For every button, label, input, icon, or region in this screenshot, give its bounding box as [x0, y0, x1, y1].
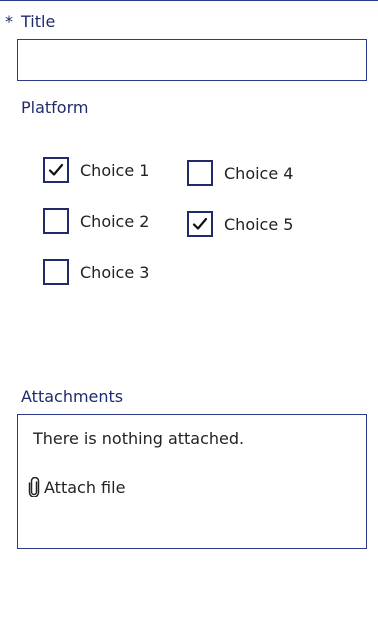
choice-4[interactable]: Choice 4: [187, 159, 293, 187]
platform-label: Platform: [21, 98, 89, 117]
required-marker: *: [5, 12, 13, 31]
checkmark-icon: [48, 163, 64, 176]
checkbox-choice-2[interactable]: [43, 208, 69, 234]
checkmark-icon: [192, 217, 208, 230]
form-page: * Title Platform Choice 1 Choice 2 Choic…: [0, 0, 378, 629]
checkbox-choice-3[interactable]: [43, 259, 69, 285]
paperclip-icon: [28, 477, 40, 497]
attachments-empty-text: There is nothing attached.: [33, 429, 245, 448]
choice-5-label: Choice 5: [224, 214, 294, 234]
attach-file-button[interactable]: Attach file: [27, 477, 125, 497]
title-label: Title: [21, 12, 56, 31]
choice-4-label: Choice 4: [224, 163, 294, 183]
title-input[interactable]: [17, 39, 367, 81]
checkbox-choice-1[interactable]: [43, 157, 69, 183]
choice-2[interactable]: Choice 2: [43, 207, 149, 235]
choice-2-label: Choice 2: [80, 211, 150, 231]
choice-1-label: Choice 1: [80, 160, 150, 180]
attachments-box: There is nothing attached. Attach file: [17, 414, 367, 549]
checkbox-choice-4[interactable]: [187, 160, 213, 186]
choice-5[interactable]: Choice 5: [187, 210, 293, 238]
choice-3[interactable]: Choice 3: [43, 258, 149, 286]
attach-file-label: Attach file: [44, 477, 126, 497]
attachments-label: Attachments: [21, 387, 124, 406]
choice-3-label: Choice 3: [80, 262, 150, 282]
checkbox-choice-5[interactable]: [187, 211, 213, 237]
choice-1[interactable]: Choice 1: [43, 156, 149, 184]
